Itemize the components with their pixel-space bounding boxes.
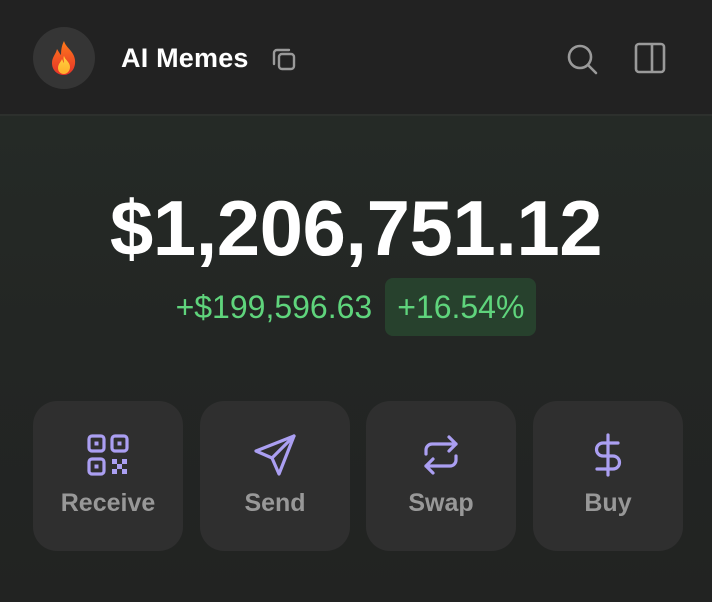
header: AI Memes [0, 0, 712, 116]
action-buttons: Receive Send Swap Buy [33, 401, 683, 551]
change-amount: +$199,596.63 [175, 289, 373, 325]
wallet-name[interactable]: AI Memes [121, 40, 249, 76]
sidebar-panel-icon[interactable] [633, 41, 667, 75]
fire-icon [52, 41, 76, 75]
portfolio-section: $1,206,751.12 +$199,596.63 +16.54% Recei… [0, 116, 712, 602]
copy-icon[interactable] [270, 45, 298, 73]
swap-label: Swap [408, 489, 474, 517]
send-label: Send [244, 489, 306, 517]
change-percent-badge: +16.54% [385, 278, 537, 336]
buy-button[interactable]: Buy [533, 401, 683, 551]
buy-label: Buy [584, 489, 632, 517]
send-button[interactable]: Send [200, 401, 350, 551]
qr-code-icon [87, 434, 129, 476]
search-icon[interactable] [564, 41, 600, 77]
balance-change-row: +$199,596.63 +16.54% [0, 278, 712, 336]
total-balance: $1,206,751.12 [109, 184, 603, 272]
receive-button[interactable]: Receive [33, 401, 183, 551]
swap-button[interactable]: Swap [366, 401, 516, 551]
wallet-avatar[interactable] [33, 27, 95, 89]
dollar-icon [594, 433, 622, 477]
wallet-app: AI Memes $1,206,751.12 +$199,596.63 +16.… [0, 0, 712, 602]
swap-icon [424, 435, 458, 475]
receive-label: Receive [60, 489, 156, 517]
send-icon [254, 434, 296, 476]
